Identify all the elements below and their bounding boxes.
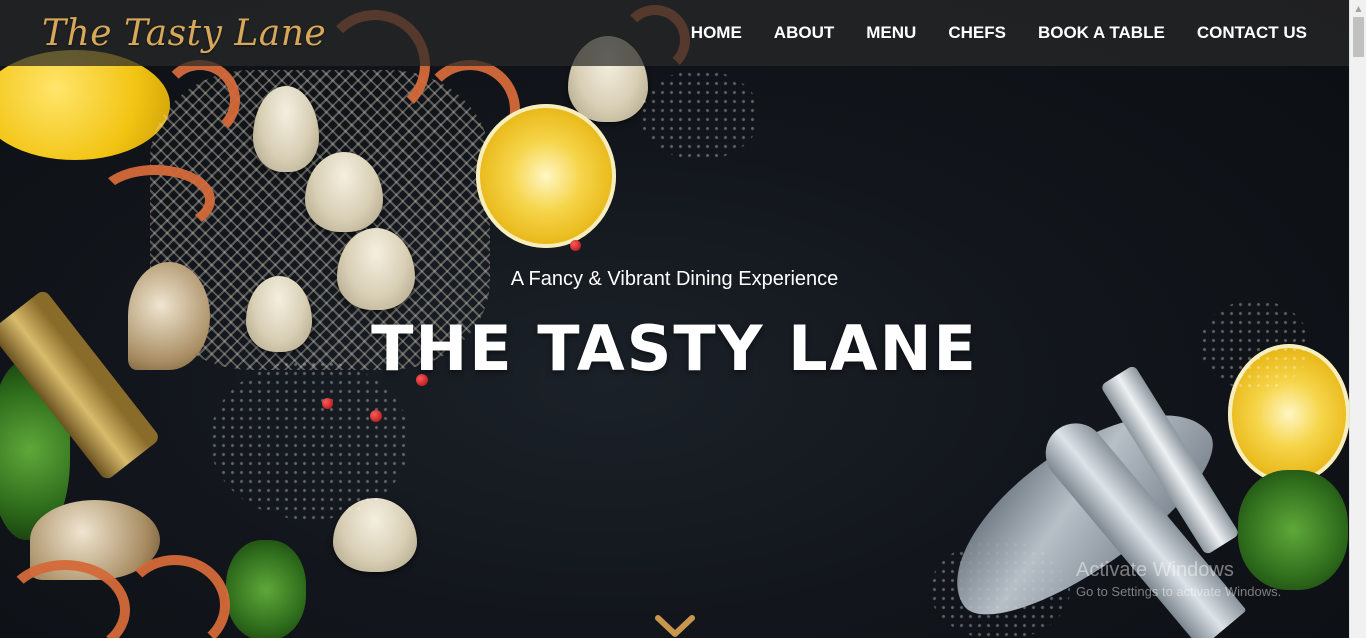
peppercorn-decoration bbox=[322, 398, 333, 409]
nav-link-chefs[interactable]: CHEFS bbox=[948, 23, 1006, 43]
salt-decoration bbox=[640, 70, 760, 160]
chevron-down-icon bbox=[655, 615, 695, 637]
hero-title: THE TASTY LANE bbox=[371, 312, 978, 385]
shrimp-decoration bbox=[160, 60, 240, 140]
brand-logo[interactable]: The Tasty Lane bbox=[42, 13, 326, 54]
hero-section: The Tasty Lane HOME ABOUT MENU CHEFS BOO… bbox=[0, 0, 1349, 638]
scroll-down-button[interactable] bbox=[655, 612, 695, 638]
nav-link-home[interactable]: HOME bbox=[691, 23, 742, 43]
lemon-slice-decoration bbox=[476, 104, 616, 248]
peppercorn-decoration bbox=[570, 240, 581, 251]
shrimp-decoration bbox=[120, 555, 230, 638]
nav-link-menu[interactable]: MENU bbox=[866, 23, 916, 43]
activate-windows-watermark: Activate Windows Go to Settings to activ… bbox=[1076, 559, 1281, 599]
shrimp-decoration bbox=[95, 165, 215, 235]
watermark-title: Activate Windows bbox=[1076, 559, 1234, 581]
watermark-subtitle: Go to Settings to activate Windows. bbox=[1076, 584, 1282, 599]
nav-menu: HOME ABOUT MENU CHEFS BOOK A TABLE CONTA… bbox=[659, 23, 1307, 43]
nav-link-contact-us[interactable]: CONTACT US bbox=[1197, 23, 1307, 43]
top-navbar: The Tasty Lane HOME ABOUT MENU CHEFS BOO… bbox=[0, 0, 1349, 66]
nav-link-book-a-table[interactable]: BOOK A TABLE bbox=[1038, 23, 1165, 43]
scroll-up-arrow-icon[interactable]: ▲ bbox=[1350, 0, 1366, 17]
peppercorn-decoration bbox=[370, 410, 382, 422]
nav-link-about[interactable]: ABOUT bbox=[774, 23, 834, 43]
lemon-decoration bbox=[0, 50, 170, 160]
herb-decoration bbox=[226, 540, 306, 638]
scrollbar-thumb[interactable] bbox=[1353, 17, 1364, 57]
vertical-scrollbar[interactable]: ▲ bbox=[1349, 0, 1366, 638]
hero-tagline: A Fancy & Vibrant Dining Experience bbox=[510, 268, 839, 290]
